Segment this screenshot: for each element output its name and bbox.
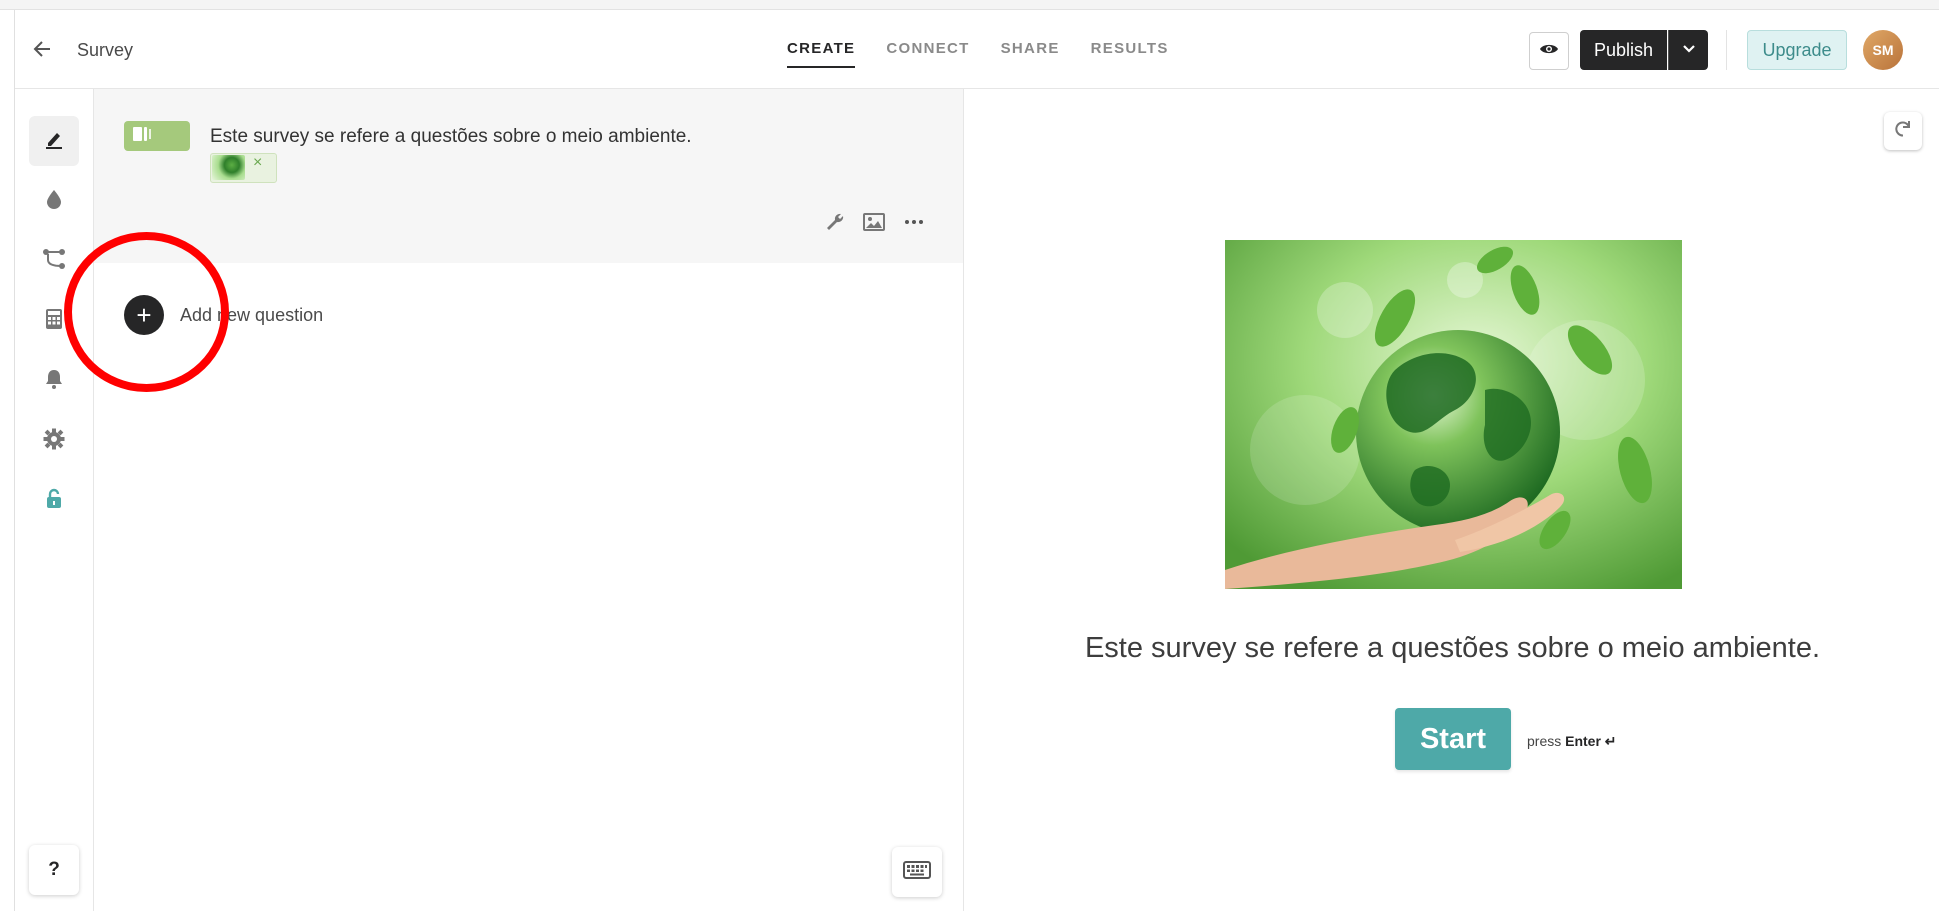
logic-flow-icon	[42, 248, 66, 275]
enter-key-label: Enter ↵	[1565, 733, 1617, 749]
publish-dropdown-button[interactable]	[1668, 30, 1708, 70]
eye-icon	[1539, 42, 1559, 61]
left-sidebar	[15, 89, 94, 911]
sidebar-item-settings[interactable]	[29, 416, 79, 466]
form-title[interactable]: Survey	[77, 40, 133, 61]
preview-welcome-text: Este survey se refere a questões sobre o…	[1084, 632, 1821, 664]
welcome-screen-text[interactable]: Este survey se refere a questões sobre o…	[210, 126, 692, 148]
drop-icon	[45, 188, 63, 215]
unlock-icon	[45, 488, 63, 515]
upgrade-button[interactable]: Upgrade	[1747, 30, 1847, 70]
wrench-icon[interactable]	[822, 209, 848, 235]
refresh-preview-button[interactable]	[1884, 112, 1922, 150]
start-button[interactable]: Start	[1395, 708, 1511, 770]
press-enter-hint: press Enter ↵	[1527, 733, 1617, 750]
chevron-down-icon	[1682, 41, 1696, 59]
keyboard-shortcuts-button[interactable]	[892, 847, 942, 897]
remove-attachment-icon[interactable]: ×	[253, 154, 262, 172]
press-label: press	[1527, 733, 1562, 749]
welcome-icon	[133, 126, 155, 147]
arrow-left-icon[interactable]	[30, 36, 56, 62]
gear-icon	[43, 428, 65, 455]
header-divider	[1726, 30, 1727, 70]
sidebar-item-design[interactable]	[29, 176, 79, 226]
tab-create[interactable]: CREATE	[787, 40, 856, 68]
help-button[interactable]: ?	[29, 845, 79, 895]
main-tabs: CREATE CONNECT SHARE RESULTS	[787, 40, 1169, 68]
browser-top-strip	[0, 0, 1939, 10]
preview-button[interactable]	[1529, 32, 1569, 70]
pencil-icon	[43, 128, 65, 155]
highlight-circle-annotation	[64, 232, 229, 392]
tab-results[interactable]: RESULTS	[1091, 40, 1169, 66]
tab-share[interactable]: SHARE	[1001, 40, 1060, 66]
publish-button[interactable]: Publish	[1580, 30, 1667, 70]
welcome-screen-badge	[124, 121, 190, 151]
keyboard-icon	[903, 860, 931, 884]
more-icon[interactable]	[901, 209, 927, 235]
refresh-icon	[1893, 119, 1913, 144]
sidebar-item-access[interactable]	[29, 476, 79, 526]
attachment-thumbnail	[212, 155, 245, 180]
sidebar-item-create[interactable]	[29, 116, 79, 166]
sidebar-item-notifications[interactable]	[29, 356, 79, 406]
tab-connect[interactable]: CONNECT	[886, 40, 969, 66]
calculator-icon	[45, 308, 63, 335]
welcome-hero-image	[1225, 240, 1682, 589]
bell-icon	[44, 368, 64, 395]
image-icon[interactable]	[861, 209, 887, 235]
avatar[interactable]: SM	[1863, 30, 1903, 70]
